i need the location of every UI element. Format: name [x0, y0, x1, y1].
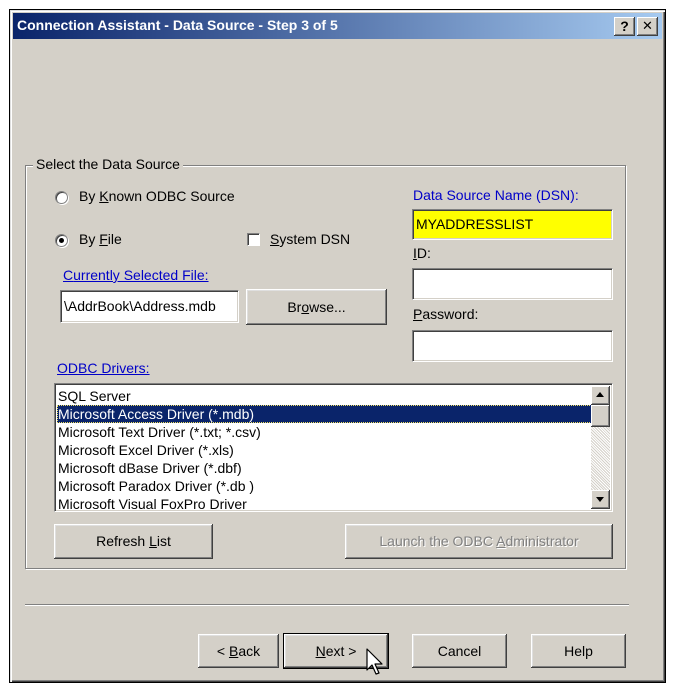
arrow-up-icon: [596, 392, 604, 397]
odbc-drivers-list[interactable]: SQL Server Microsoft Access Driver (*.md…: [54, 383, 613, 512]
arrow-down-icon: [596, 497, 604, 502]
password-label-rest: assword:: [422, 306, 479, 322]
system-dsn-label-after: ystem DSN: [279, 231, 351, 247]
launch-label-after: dministrator: [505, 533, 579, 549]
list-item-selected[interactable]: Microsoft Access Driver (*.mdb): [57, 405, 592, 423]
id-field[interactable]: [412, 268, 613, 300]
system-dsn-checkbox[interactable]: [247, 233, 260, 246]
list-scrollbar[interactable]: [591, 386, 610, 509]
cancel-button[interactable]: Cancel: [412, 634, 507, 668]
refresh-list-button[interactable]: Refresh List: [54, 524, 213, 559]
list-item[interactable]: Microsoft Visual FoxPro Driver: [57, 495, 592, 511]
dsn-field[interactable]: MYADDRESSLIST: [412, 209, 613, 240]
refresh-label-after: ist: [156, 533, 171, 549]
odbc-drivers-label-rest: DBC Drivers:: [67, 360, 150, 376]
by-file-label-before: By: [79, 231, 100, 247]
known-odbc-label-before: By: [79, 188, 100, 204]
refresh-label-accel: L: [149, 533, 157, 549]
list-item[interactable]: Microsoft Text Driver (*.txt; *.csv): [57, 423, 592, 441]
launch-odbc-admin-button[interactable]: Launch the ODBC Administrator: [345, 524, 613, 559]
by-file-label[interactable]: By File: [79, 231, 122, 247]
password-label-accel: P: [413, 306, 423, 322]
known-odbc-label-after: nown ODBC Source: [108, 188, 235, 204]
dsn-label: Data Source Name (DSN):: [413, 187, 579, 203]
back-label-after: ack: [238, 643, 261, 659]
window-title: Connection Assistant - Data Source - Ste…: [17, 17, 338, 33]
dsn-value: MYADDRESSLIST: [416, 216, 534, 232]
radio-selected-dot: [59, 238, 64, 243]
list-item[interactable]: Microsoft Paradox Driver (*.db ): [57, 477, 592, 495]
help-button[interactable]: Help: [531, 634, 626, 668]
known-odbc-label-accel: K: [99, 188, 109, 204]
scroll-thumb[interactable]: [591, 405, 610, 427]
back-label-before: <: [216, 643, 229, 659]
back-button[interactable]: < Back: [198, 634, 279, 668]
list-item[interactable]: SQL Server: [57, 387, 592, 405]
id-label: ID:: [413, 245, 431, 261]
current-file-value: \AddrBook\Address.mdb: [64, 298, 216, 314]
title-bar[interactable]: Connection Assistant - Data Source - Ste…: [13, 13, 662, 39]
close-title-button[interactable]: ✕: [637, 17, 658, 36]
password-field[interactable]: [412, 330, 613, 362]
list-item[interactable]: Microsoft Excel Driver (*.xls): [57, 441, 592, 459]
password-label: Password:: [413, 306, 478, 322]
odbc-drivers-label-accel: O: [57, 360, 68, 376]
current-file-label: Currently Selected File:: [63, 267, 209, 283]
id-label-rest: D:: [416, 245, 431, 261]
launch-label-before: Launch the ODBC: [379, 533, 497, 549]
system-dsn-label[interactable]: System DSN: [270, 231, 350, 247]
current-file-field[interactable]: \AddrBook\Address.mdb: [60, 290, 239, 323]
by-file-label-accel: F: [99, 231, 108, 247]
scroll-up-button[interactable]: [591, 386, 610, 405]
group-legend: Select the Data Source: [33, 156, 183, 172]
browse-label-accel: o: [301, 299, 310, 315]
list-item[interactable]: Microsoft dBase Driver (*.dbf): [57, 459, 592, 477]
next-label-accel: N: [315, 643, 326, 659]
scroll-down-button[interactable]: [591, 490, 610, 509]
browse-label-after: wse...: [309, 299, 346, 315]
back-label-accel: B: [228, 643, 239, 659]
arrow-pointer-icon: [366, 648, 383, 675]
system-dsn-label-accel: S: [270, 231, 280, 247]
odbc-drivers-label: ODBC Drivers:: [57, 360, 150, 376]
by-file-radio[interactable]: [55, 234, 68, 247]
bottom-separator: [25, 604, 629, 606]
by-file-label-after: ile: [107, 231, 122, 247]
known-odbc-radio[interactable]: [55, 191, 68, 204]
refresh-label-before: Refresh: [96, 533, 150, 549]
current-file-label-accel: C: [63, 267, 74, 283]
browse-button[interactable]: Browse...: [246, 289, 387, 325]
current-file-label-rest: urrently Selected File:: [73, 267, 209, 283]
next-label-after: ext >: [325, 643, 357, 659]
known-odbc-label[interactable]: By Known ODBC Source: [79, 188, 235, 204]
help-title-button[interactable]: ?: [614, 17, 635, 36]
browse-label-before: Br: [287, 299, 302, 315]
